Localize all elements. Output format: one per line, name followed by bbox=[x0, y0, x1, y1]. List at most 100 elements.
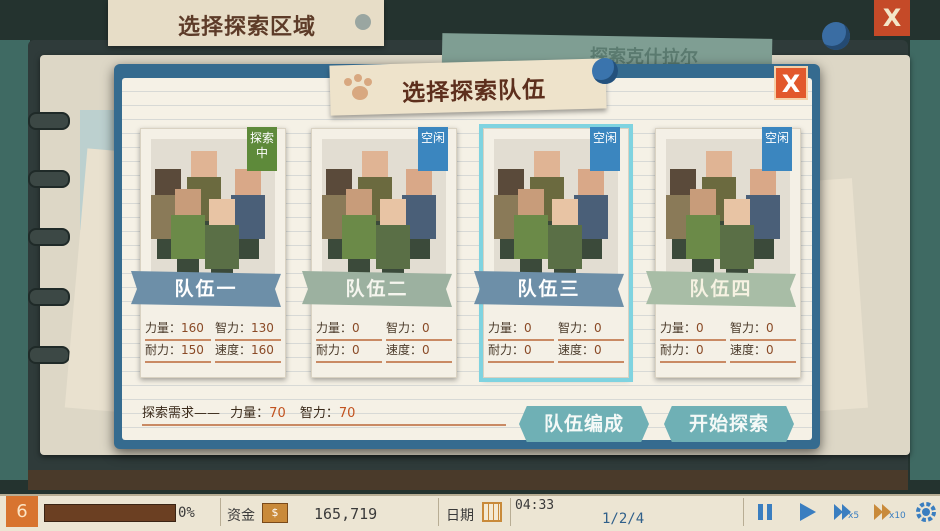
divider bbox=[220, 498, 221, 526]
pin-icon bbox=[592, 58, 618, 84]
stat-value: 0 bbox=[594, 321, 602, 335]
stat-value: 0 bbox=[352, 321, 360, 335]
team-status-badge: 空闲 bbox=[418, 127, 448, 171]
form-team-button[interactable]: 队伍编成 bbox=[519, 406, 649, 442]
funds-value: 165,719 bbox=[314, 505, 378, 523]
stat-label: 智力： bbox=[215, 321, 252, 335]
stat-strength: 力量：0 bbox=[488, 319, 554, 341]
divider bbox=[510, 498, 511, 526]
date-label: 日期 bbox=[446, 508, 474, 524]
stat-speed: 速度：0 bbox=[386, 341, 452, 363]
team-name-banner: 队伍三 bbox=[474, 271, 624, 307]
stat-label: 耐力： bbox=[145, 343, 182, 357]
stat-label: 力量： bbox=[316, 321, 353, 335]
stat-value: 0 bbox=[594, 343, 602, 357]
stat-label: 速度： bbox=[386, 343, 423, 357]
stat-value: 0 bbox=[524, 343, 532, 357]
speed-x10-label: x10 bbox=[889, 511, 906, 521]
stat-speed: 速度：0 bbox=[730, 341, 796, 363]
divider bbox=[743, 498, 744, 526]
binder-ring bbox=[28, 170, 70, 188]
stat-strength: 力量：0 bbox=[660, 319, 726, 341]
stat-intellect: 智力：130 bbox=[215, 319, 281, 341]
background-left-panel bbox=[0, 40, 30, 480]
stat-label: 速度： bbox=[215, 343, 252, 357]
funds-label: 资金 bbox=[227, 508, 255, 524]
stat-label: 速度： bbox=[558, 343, 595, 357]
progress-percent: 0% bbox=[178, 505, 195, 521]
background-close-button[interactable]: X bbox=[874, 0, 910, 36]
stat-value: 160 bbox=[251, 343, 274, 357]
paw-icon bbox=[342, 74, 376, 104]
stat-label: 力量： bbox=[145, 321, 182, 335]
calendar-icon bbox=[482, 502, 502, 522]
stat-label: 力量： bbox=[488, 321, 525, 335]
team-status-badge: 空闲 bbox=[590, 127, 620, 171]
stat-label: 智力： bbox=[386, 321, 423, 335]
team-name-banner: 队伍一 bbox=[131, 271, 281, 307]
binder-ring bbox=[28, 288, 70, 306]
requirement-strength-value: 70 bbox=[269, 406, 286, 421]
stat-speed: 速度：160 bbox=[215, 341, 281, 363]
requirement-label: 探索需求—— bbox=[142, 406, 221, 421]
divider bbox=[438, 498, 439, 526]
requirement-intellect-label: 智力： bbox=[299, 406, 339, 421]
time-value: 04:33 bbox=[515, 498, 555, 513]
money-icon: $ bbox=[262, 503, 288, 523]
notebook-bottom-edge bbox=[28, 470, 908, 490]
stat-value: 150 bbox=[181, 343, 204, 357]
pause-icon[interactable] bbox=[754, 501, 776, 523]
stat-value: 130 bbox=[251, 321, 274, 335]
fast-forward-x5-icon[interactable]: x5 bbox=[832, 501, 862, 523]
stat-value: 0 bbox=[696, 321, 704, 335]
progress-bar bbox=[44, 504, 176, 522]
binder-ring bbox=[28, 228, 70, 246]
stat-strength: 力量：0 bbox=[316, 319, 382, 341]
stat-strength: 力量：160 bbox=[145, 319, 211, 341]
stat-value: 0 bbox=[766, 321, 774, 335]
team-card[interactable]: 探索中 队伍一 力量：160 智力：130 耐力：150 速度：160 bbox=[131, 127, 286, 378]
team-card[interactable]: 空闲 队伍二 力量：0 智力：0 耐力：0 速度：0 bbox=[302, 127, 457, 378]
stat-intellect: 智力：0 bbox=[386, 319, 452, 341]
tag-hole bbox=[355, 14, 371, 30]
gear-icon[interactable] bbox=[914, 500, 938, 524]
stat-label: 耐力： bbox=[316, 343, 353, 357]
stat-intellect: 智力：0 bbox=[558, 319, 624, 341]
pin-icon bbox=[822, 22, 850, 50]
start-explore-button[interactable]: 开始探索 bbox=[664, 406, 794, 442]
stat-endurance: 耐力：150 bbox=[145, 341, 211, 363]
stat-value: 0 bbox=[422, 321, 430, 335]
background-title-tag: 选择探索区域 bbox=[108, 0, 384, 46]
stat-label: 耐力： bbox=[660, 343, 697, 357]
stat-label: 耐力： bbox=[488, 343, 525, 357]
team-card[interactable]: 空闲 队伍四 力量：0 智力：0 耐力：0 速度：0 bbox=[646, 127, 801, 378]
requirement-intellect-value: 70 bbox=[338, 406, 356, 421]
team-status-badge: 空闲 bbox=[762, 127, 792, 171]
stat-endurance: 耐力：0 bbox=[316, 341, 382, 363]
stat-label: 智力： bbox=[558, 321, 595, 335]
team-card[interactable]: 空闲 队伍三 力量：0 智力：0 耐力：0 速度：0 bbox=[474, 124, 633, 382]
stat-label: 力量： bbox=[660, 321, 697, 335]
team-name-banner: 队伍四 bbox=[646, 271, 796, 307]
binder-ring bbox=[28, 346, 70, 364]
close-button[interactable]: X bbox=[774, 66, 808, 100]
stat-value: 0 bbox=[696, 343, 704, 357]
stat-value: 0 bbox=[766, 343, 774, 357]
fast-forward-x10-icon[interactable]: x10 bbox=[872, 501, 906, 523]
level-badge[interactable]: 6 bbox=[6, 496, 38, 527]
date-value: 1/2/4 bbox=[602, 511, 645, 527]
stat-intellect: 智力：0 bbox=[730, 319, 796, 341]
background-right-panel bbox=[910, 40, 940, 480]
speed-x5-label: x5 bbox=[848, 511, 860, 521]
stat-value: 0 bbox=[422, 343, 430, 357]
binder-ring bbox=[28, 112, 70, 130]
stat-value: 160 bbox=[181, 321, 204, 335]
stat-value: 0 bbox=[524, 321, 532, 335]
background-title: 选择探索区域 bbox=[178, 15, 317, 40]
team-name-banner: 队伍二 bbox=[302, 271, 452, 307]
stat-endurance: 耐力：0 bbox=[660, 341, 726, 363]
explore-requirement: 探索需求—— 力量：70 智力：70 bbox=[142, 402, 506, 426]
stat-label: 速度： bbox=[730, 343, 767, 357]
dialog-title: 选择探索队伍 bbox=[401, 76, 547, 107]
play-icon[interactable] bbox=[796, 501, 818, 523]
